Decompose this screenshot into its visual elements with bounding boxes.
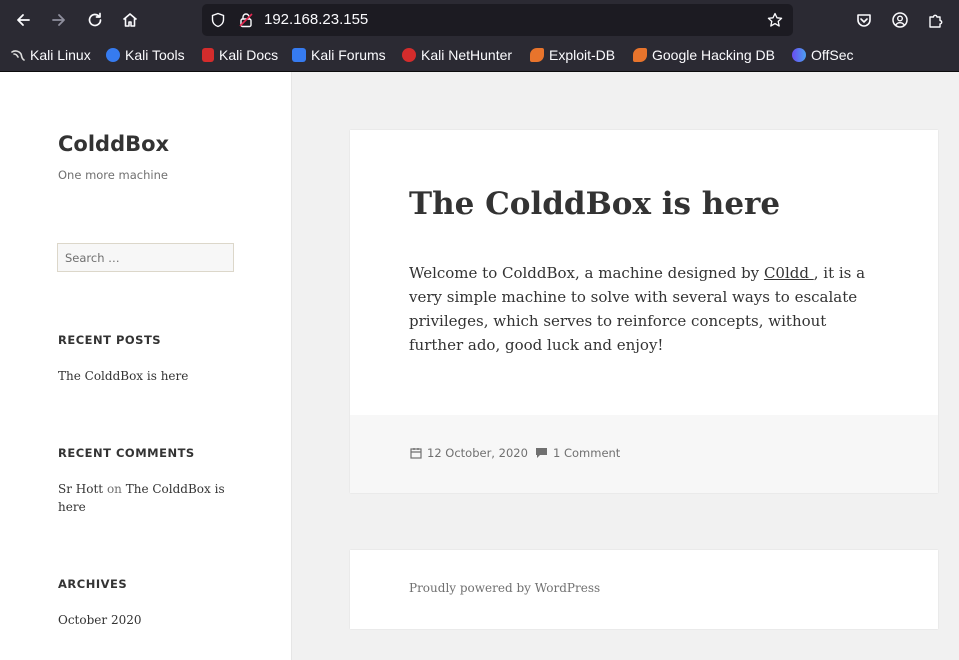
ghdb-icon — [633, 48, 647, 62]
bookmark-kali-linux[interactable]: Kali Linux — [11, 47, 91, 63]
account-icon — [892, 12, 908, 28]
comment-on-text: on — [106, 482, 122, 496]
forward-button[interactable] — [45, 6, 73, 34]
comment-icon — [536, 448, 547, 458]
post-date[interactable]: 12 October, 2020 — [410, 446, 528, 460]
site-description: One more machine — [58, 168, 168, 182]
kali-forums-icon — [292, 48, 306, 62]
post-date-text[interactable]: 12 October, 2020 — [427, 446, 528, 460]
kali-docs-icon — [202, 48, 214, 62]
site-title[interactable]: ColddBox — [58, 132, 169, 156]
post-comments[interactable]: 1 Comment — [535, 446, 620, 460]
bookmark-label: Kali Linux — [30, 47, 91, 63]
pocket-icon — [857, 14, 871, 27]
browser-toolbar: 192.168.23.155 — [0, 0, 959, 40]
bookmarks-bar: Kali Linux Kali Tools Kali Docs Kali For… — [0, 40, 959, 72]
recent-post-link[interactable]: The ColddBox is here — [58, 367, 188, 385]
archive-link[interactable]: October 2020 — [58, 611, 141, 629]
recent-comment: Sr Hott on The ColddBox is here — [58, 480, 228, 516]
bookmark-google-hacking-db[interactable]: Google Hacking DB — [633, 47, 775, 63]
comment-author-link[interactable]: Sr Hott — [58, 482, 103, 496]
bookmark-label: Kali Forums — [311, 47, 386, 63]
bookmark-offsec[interactable]: OffSec — [792, 47, 854, 63]
home-icon — [122, 13, 138, 27]
calendar-icon — [410, 448, 422, 459]
recent-comments-heading: RECENT COMMENTS — [58, 446, 195, 460]
reload-button[interactable] — [81, 6, 109, 34]
archives-heading: ARCHIVES — [58, 577, 128, 591]
bookmark-label: Exploit-DB — [549, 47, 616, 63]
bookmark-label: OffSec — [811, 47, 854, 63]
arrow-left-icon — [17, 14, 30, 26]
post-meta: 12 October, 2020 1 Comment — [350, 415, 938, 493]
site-footer: Proudly powered by WordPress — [350, 550, 938, 629]
content-text: Welcome to ColddBox, a machine designed … — [409, 264, 764, 282]
bookmark-kali-forums[interactable]: Kali Forums — [292, 47, 386, 63]
search-placeholder: Search … — [65, 251, 120, 265]
kali-dragon-icon — [11, 48, 25, 62]
bookmark-kali-nethunter[interactable]: Kali NetHunter — [402, 47, 512, 63]
pocket-button[interactable] — [850, 6, 878, 34]
comment-post-link-cont[interactable]: here — [58, 500, 86, 514]
post-content: Welcome to ColddBox, a machine designed … — [409, 261, 879, 357]
bookmark-star-icon[interactable] — [767, 12, 783, 28]
arrow-right-icon — [52, 14, 65, 26]
comment-post-link[interactable]: The ColddBox is — [126, 482, 225, 496]
kali-nethunter-icon — [402, 48, 416, 62]
reload-icon — [88, 12, 102, 27]
bookmark-label: Kali Docs — [219, 47, 279, 63]
insecure-lock-icon[interactable] — [238, 12, 254, 28]
kali-tools-icon — [106, 48, 120, 62]
powered-by-link[interactable]: Proudly powered by WordPress — [409, 581, 600, 595]
bookmark-exploit-db[interactable]: Exploit-DB — [530, 47, 615, 63]
sidebar: ColddBox One more machine Search … RECEN… — [0, 72, 292, 660]
bookmark-label: Google Hacking DB — [652, 47, 775, 63]
post-comments-text[interactable]: 1 Comment — [553, 446, 620, 460]
url-text[interactable]: 192.168.23.155 — [264, 11, 368, 28]
post-article: The ColddBox is here Welcome to ColddBox… — [350, 130, 938, 493]
author-link[interactable]: C0ldd — [764, 264, 814, 282]
back-button[interactable] — [9, 6, 37, 34]
bookmark-kali-tools[interactable]: Kali Tools — [106, 47, 185, 63]
offsec-icon — [792, 48, 806, 62]
shield-icon[interactable] — [210, 12, 226, 28]
home-button[interactable] — [116, 6, 144, 34]
extensions-button[interactable] — [922, 6, 950, 34]
account-button[interactable] — [886, 6, 914, 34]
bookmark-label: Kali Tools — [125, 47, 185, 63]
exploit-db-icon — [530, 48, 544, 62]
url-bar[interactable]: 192.168.23.155 — [202, 4, 793, 36]
puzzle-icon — [929, 14, 943, 28]
recent-posts-heading: RECENT POSTS — [58, 333, 162, 347]
bookmark-label: Kali NetHunter — [421, 47, 513, 63]
search-input[interactable]: Search … — [57, 243, 234, 272]
post-title[interactable]: The ColddBox is here — [409, 186, 780, 222]
main-content: The ColddBox is here Welcome to ColddBox… — [292, 72, 959, 660]
bookmark-kali-docs[interactable]: Kali Docs — [202, 47, 278, 63]
